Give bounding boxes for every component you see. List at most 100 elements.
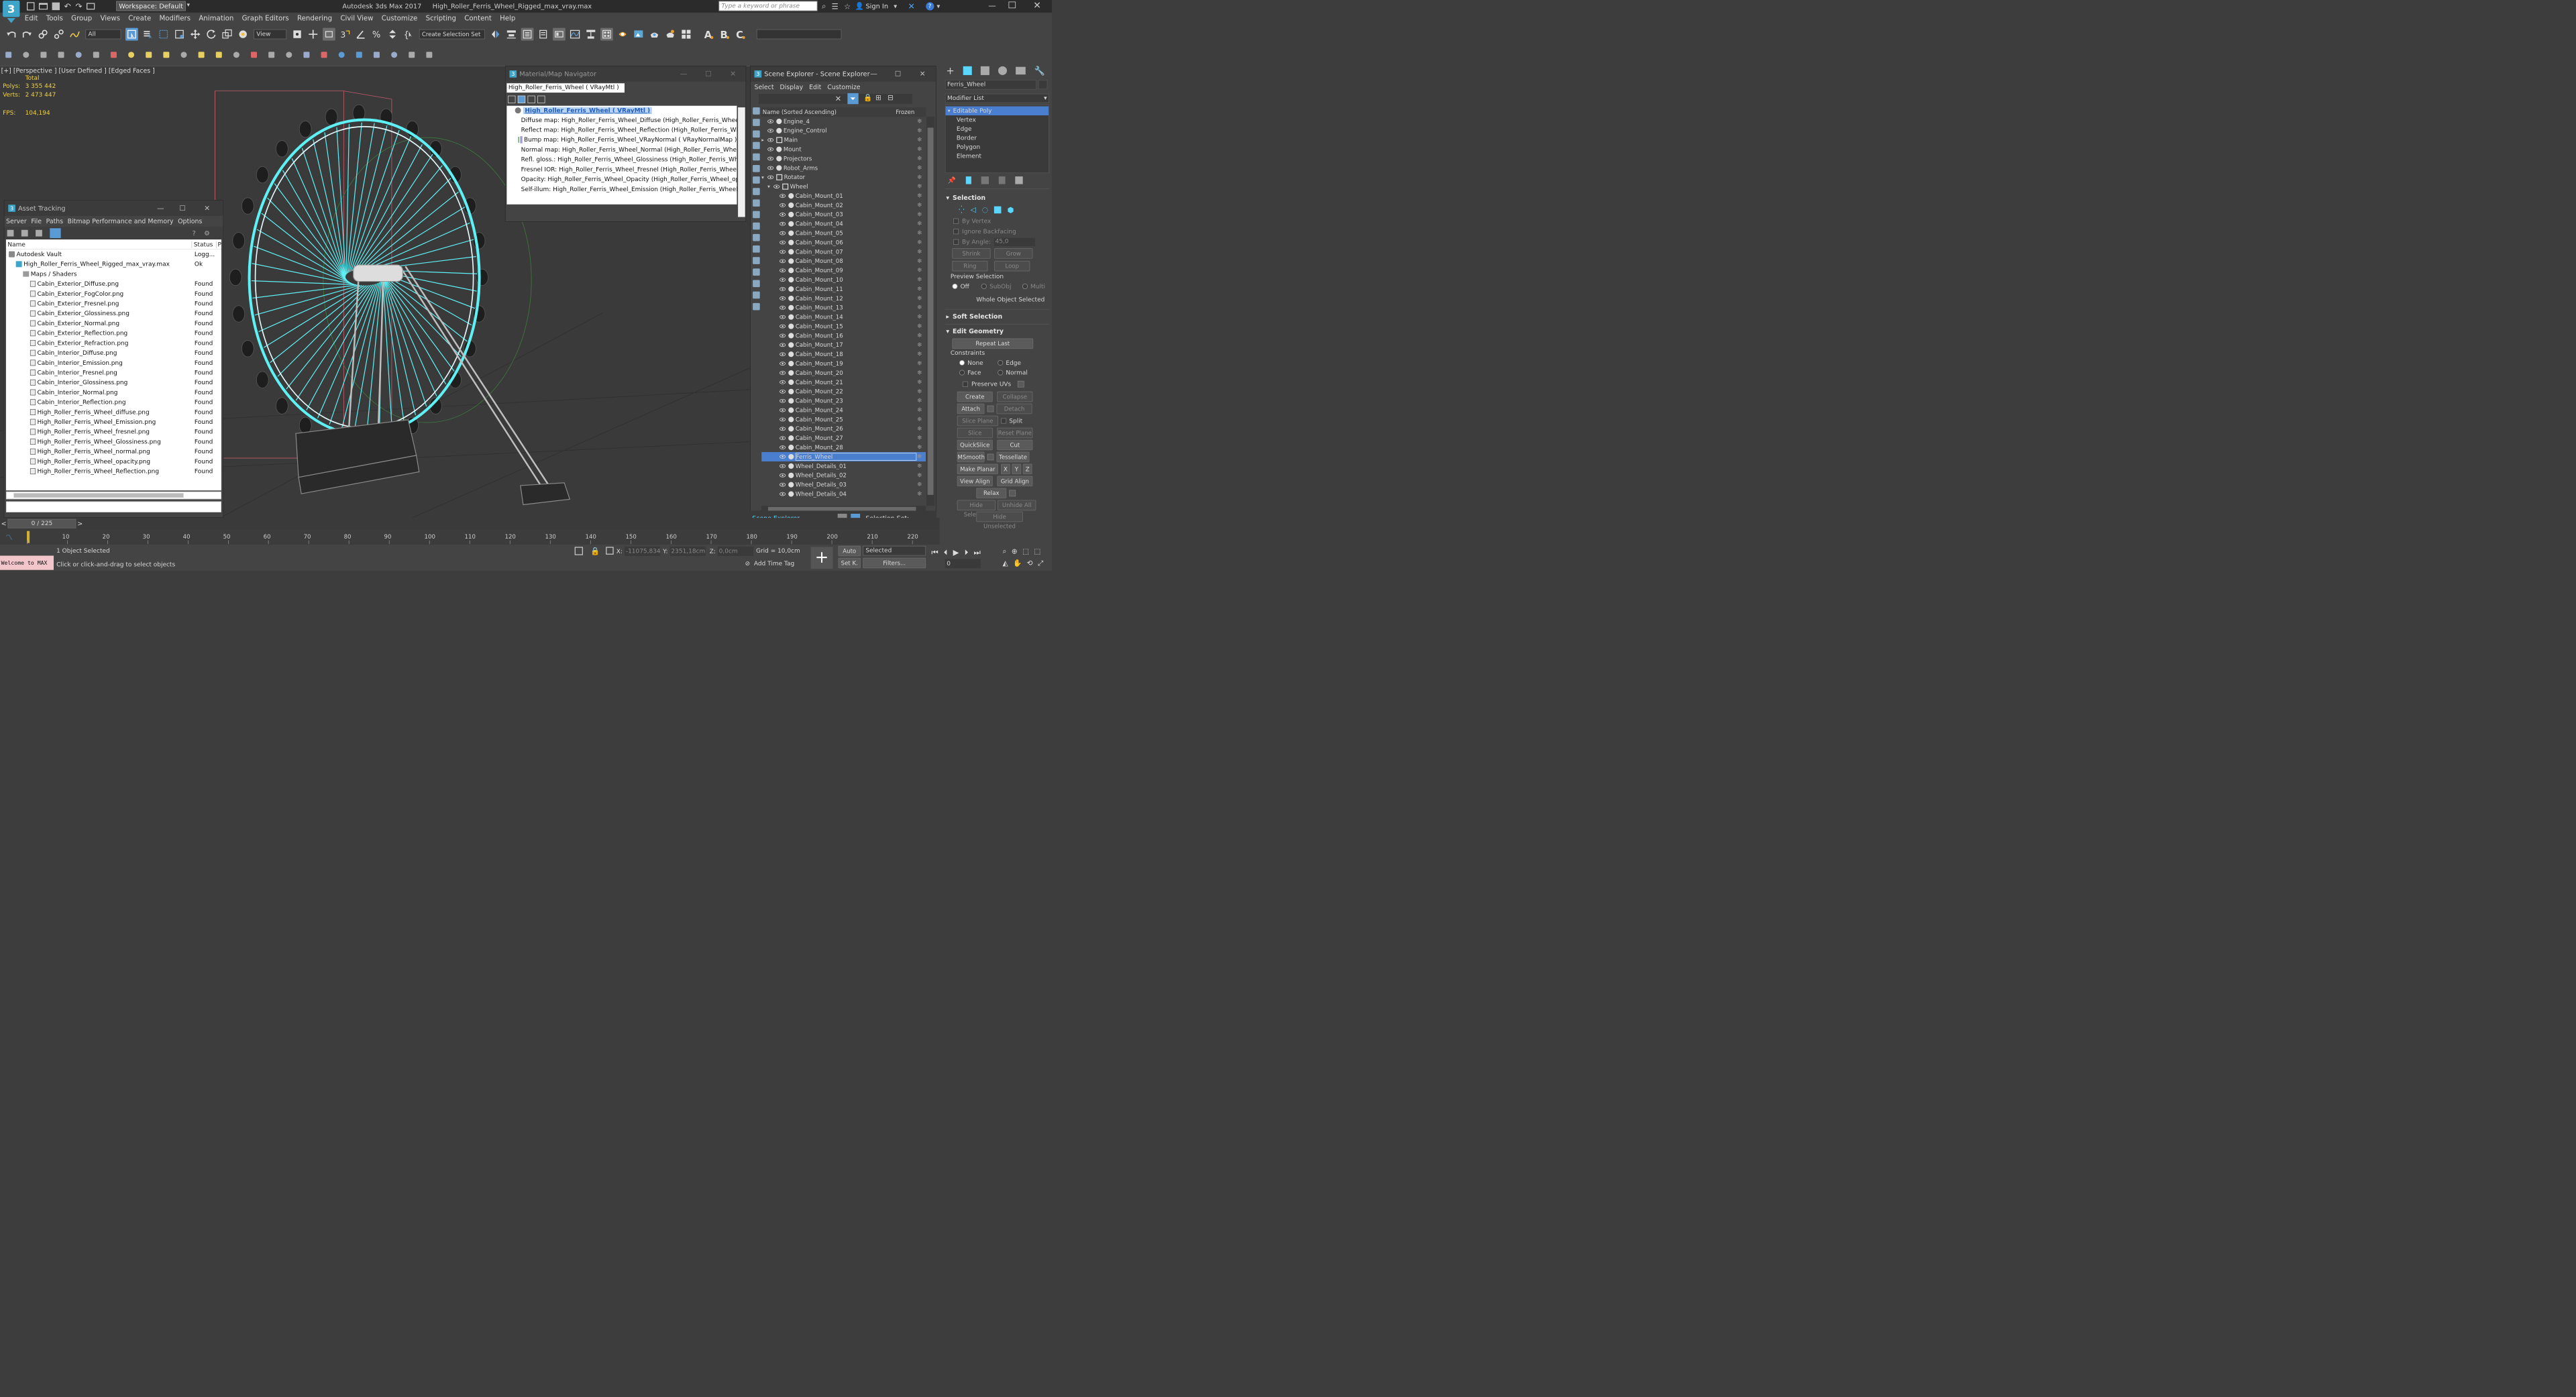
toggle-layer-explorer-icon[interactable]	[537, 28, 549, 41]
object-name-field[interactable]: Ferris_Wheel	[945, 79, 1037, 90]
rendered-frame-window-icon[interactable]	[632, 28, 645, 41]
by-angle-checkbox[interactable]	[953, 239, 959, 245]
open-file-icon[interactable]	[38, 3, 48, 10]
freeze-snowflake-icon[interactable]: ❄	[916, 221, 922, 227]
scene-node-row[interactable]: Cabin_Mount_08 ❄	[761, 256, 926, 266]
freeze-snowflake-icon[interactable]: ❄	[916, 295, 922, 301]
visibility-eye-icon[interactable]	[767, 147, 774, 152]
hide-unselected-button[interactable]: Hide Unselected	[976, 511, 1023, 529]
subobject-level-item[interactable]: Polygon	[946, 142, 1049, 151]
menu-help[interactable]: Help	[500, 14, 515, 22]
visibility-eye-icon[interactable]	[780, 194, 786, 198]
material-nav-maximize-icon[interactable]: ☐	[700, 66, 716, 82]
hide-selected-button[interactable]: Hide Selected	[957, 500, 996, 518]
scene-node-row[interactable]: ▸ Main ❄	[761, 135, 926, 145]
toolbar-extra-dropdown[interactable]	[756, 29, 842, 40]
cut-button[interactable]: Cut	[997, 439, 1033, 451]
at-list-icon[interactable]	[21, 229, 28, 237]
pan-icon[interactable]: ✋	[1013, 559, 1022, 567]
msmooth-settings-icon[interactable]	[987, 453, 994, 461]
asset-row[interactable]: High_Roller_Ferris_Wheel_Glossiness.png F…	[6, 437, 221, 447]
menu-content[interactable]: Content	[464, 14, 492, 22]
at-table-view-icon[interactable]	[50, 228, 61, 239]
scene-node-row[interactable]: Robot_Arms ❄	[761, 163, 926, 172]
visibility-eye-icon[interactable]	[780, 473, 786, 478]
material-nav-vscrollbar[interactable]	[738, 107, 745, 217]
display-groups-icon[interactable]	[753, 176, 760, 184]
ribbon-tool-15-icon[interactable]	[251, 52, 258, 58]
subobject-level-item[interactable]: Element	[946, 152, 1049, 160]
edit-geometry-rollout-header[interactable]: ▾ Edit Geometry	[943, 325, 1052, 337]
rotate-icon[interactable]	[205, 28, 217, 41]
vray-b-icon[interactable]: B	[718, 28, 731, 41]
scene-node-row[interactable]: Engine_4 ❄	[761, 117, 926, 126]
material-map-item[interactable]: Fresnel IOR: High_Roller_Ferris_Wheel_Fr…	[506, 164, 737, 174]
asset-row[interactable]: Cabin_Interior_Emission.png Found	[6, 358, 221, 368]
x-field[interactable]: -11075,834c	[625, 547, 661, 556]
ribbon-tool-9-icon[interactable]	[146, 52, 152, 58]
app-logo[interactable]: 3	[1, 0, 21, 25]
scene-node-row[interactable]: Wheel_Details_01 ❄	[761, 461, 926, 471]
ribbon-tool-22-icon[interactable]	[373, 52, 380, 58]
scene-node-row[interactable]: Cabin_Mount_07 ❄	[761, 247, 926, 257]
asset-row[interactable]: Cabin_Exterior_Glossiness.png Found	[6, 309, 221, 319]
ribbon-tool-12-icon[interactable]	[198, 52, 205, 58]
help-chevron-icon[interactable]: ▾	[936, 3, 940, 10]
menu-civil-view[interactable]: Civil View	[340, 14, 373, 22]
at-settings-icon[interactable]: ⚙	[204, 229, 210, 237]
material-nav-close-icon[interactable]: ✕	[724, 66, 741, 82]
at-path-field[interactable]	[5, 501, 221, 512]
scene-node-row[interactable]: Cabin_Mount_10 ❄	[761, 275, 926, 284]
menu-group[interactable]: Group	[71, 14, 92, 22]
key-filter-dropdown[interactable]: Selected	[863, 545, 926, 556]
material-map-item[interactable]: Self-illum: High_Roller_Ferris_Wheel_Emi…	[506, 184, 737, 194]
freeze-snowflake-icon[interactable]: ❄	[916, 453, 922, 460]
mn-list-view-icon[interactable]	[508, 95, 516, 104]
freeze-snowflake-icon[interactable]: ❄	[916, 416, 922, 423]
select-manipulate-icon[interactable]	[307, 28, 319, 41]
at-menu-paths[interactable]: Paths	[46, 218, 64, 225]
binoculars-icon[interactable]: ⌕	[822, 1, 826, 11]
grow-button[interactable]: Grow	[994, 248, 1033, 259]
angle-snap-icon[interactable]	[354, 28, 367, 41]
se-col-name[interactable]: Name (Sorted Ascending)	[761, 109, 896, 115]
sign-in-chevron-icon[interactable]: ▾	[894, 3, 897, 10]
scene-node-row[interactable]: Cabin_Mount_24 ❄	[761, 406, 926, 415]
asset-row[interactable]: High_Roller_Ferris_Wheel_Rigged_max_vray…	[6, 259, 221, 269]
sign-in-button[interactable]: Sign In	[865, 3, 888, 10]
curve-editor-icon[interactable]	[569, 28, 582, 41]
freeze-snowflake-icon[interactable]: ❄	[916, 230, 922, 236]
scene-node-row[interactable]: Cabin_Mount_12 ❄	[761, 294, 926, 303]
scene-node-row[interactable]: Cabin_Mount_15 ❄	[761, 322, 926, 331]
freeze-snowflake-icon[interactable]: ❄	[916, 435, 922, 441]
ribbon-tool-10-icon[interactable]	[163, 52, 170, 58]
asset-row[interactable]: Cabin_Exterior_Normal.png Found	[6, 319, 221, 329]
visibility-eye-icon[interactable]	[780, 380, 786, 384]
scene-node-row[interactable]: Cabin_Mount_22 ❄	[761, 387, 926, 396]
select-by-name-icon[interactable]	[142, 28, 154, 41]
ring-button[interactable]: Ring	[952, 260, 988, 272]
asset-row[interactable]: Cabin_Interior_Normal.png Found	[6, 388, 221, 398]
ribbon-tool-17-icon[interactable]	[286, 52, 292, 58]
remove-modifier-icon[interactable]	[998, 176, 1006, 184]
asset-row[interactable]: Maps / Shaders	[6, 269, 221, 279]
play-icon[interactable]: ▶	[953, 548, 959, 557]
make-planar-button[interactable]: Make Planar	[957, 463, 998, 475]
ribbon-tool-24-icon[interactable]	[409, 52, 415, 58]
ribbon-tool-2-icon[interactable]	[23, 52, 30, 58]
time-slider-next-icon[interactable]: >	[76, 520, 84, 527]
scene-node-row[interactable]: Cabin_Mount_04 ❄	[761, 219, 926, 229]
time-slider-prev-icon[interactable]: <	[0, 520, 7, 527]
element-mode-icon[interactable]: ⬢	[1008, 205, 1014, 214]
toggle-ribbon-icon[interactable]	[553, 27, 566, 41]
ribbon-tool-7-icon[interactable]	[110, 52, 117, 58]
scene-explorer-maximize-icon[interactable]: ☐	[890, 66, 906, 82]
by-vertex-checkbox[interactable]	[953, 218, 959, 224]
preserve-uvs-checkbox[interactable]	[962, 381, 969, 387]
visibility-eye-icon[interactable]	[780, 259, 786, 264]
expand-arrow-icon[interactable]: ▸	[761, 137, 766, 143]
scene-node-row[interactable]: Cabin_Mount_05 ❄	[761, 229, 926, 238]
constraint-edge-radio[interactable]	[998, 359, 1004, 366]
scene-explorer-close-icon[interactable]: ✕	[914, 66, 930, 82]
scene-node-row[interactable]: Cabin_Mount_01 ❄	[761, 191, 926, 201]
